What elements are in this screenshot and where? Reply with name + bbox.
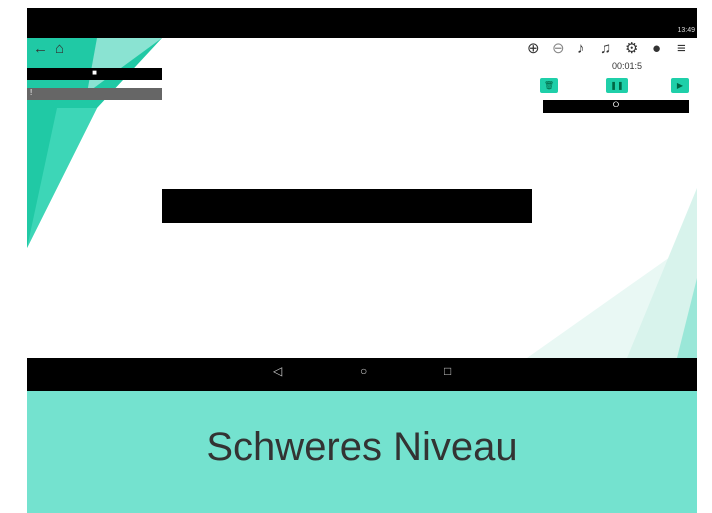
play-button[interactable]: ▶: [671, 78, 689, 93]
account-icon[interactable]: ●: [652, 41, 661, 56]
pause-button[interactable]: ❚❚: [606, 78, 628, 93]
nav-back-icon[interactable]: ◁: [273, 364, 282, 378]
trash-button[interactable]: 🗑: [540, 78, 558, 93]
level-banner: Schweres Niveau: [27, 391, 697, 513]
right-progress-bar: ⭘: [543, 100, 689, 113]
right-bar-marker: ⭘: [612, 100, 620, 109]
gear-icon[interactable]: ⚙: [625, 41, 638, 56]
left-score-marker: !: [30, 88, 33, 97]
level-banner-text: Schweres Niveau: [206, 425, 518, 469]
zoom-out-icon[interactable]: ⊖: [552, 41, 565, 56]
nav-recents-icon[interactable]: □: [444, 364, 451, 378]
left-progress-bar: ■: [27, 68, 162, 80]
menu-icon[interactable]: ≡: [677, 41, 686, 56]
nav-home-icon[interactable]: ○: [360, 364, 367, 378]
left-bar-marker: ■: [92, 68, 97, 77]
content-panel: [162, 189, 532, 223]
tablet-screen: 13:49 ← ⌂ ■ ! ⊕ ⊖ ♪ ♫ ⚙ ● ≡ 00:01:5 🗑 ❚❚…: [27, 8, 697, 391]
back-arrow-icon[interactable]: ←: [33, 41, 48, 56]
timer: 00:01:5: [612, 61, 643, 71]
home-icon[interactable]: ⌂: [55, 41, 64, 56]
left-score-bar: !: [27, 88, 162, 100]
sound-icon[interactable]: ♫: [600, 41, 611, 56]
status-time: 13:49: [677, 27, 695, 34]
bell-icon[interactable]: ♪: [577, 41, 585, 56]
status-bar: 13:49: [27, 8, 697, 38]
android-nav-bar: ◁ ○ □: [27, 358, 697, 391]
zoom-in-icon[interactable]: ⊕: [527, 41, 540, 56]
